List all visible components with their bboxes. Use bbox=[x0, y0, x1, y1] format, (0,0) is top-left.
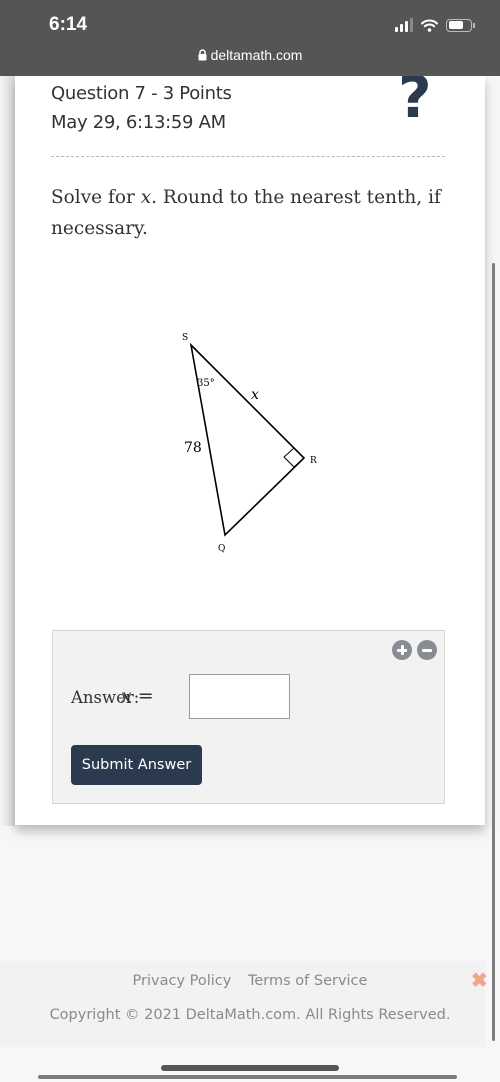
horizontal-scrollbar[interactable] bbox=[38, 1075, 457, 1079]
lock-icon bbox=[198, 49, 207, 61]
status-icons bbox=[395, 18, 475, 32]
footer: Privacy Policy Terms of Service Copyrigh… bbox=[0, 961, 488, 1047]
address-bar[interactable]: deltamath.com bbox=[0, 47, 500, 63]
close-icon[interactable]: ✖ bbox=[471, 971, 488, 991]
question-card: Question 7 - 3 Points May 29, 6:13:59 AM… bbox=[15, 68, 485, 825]
terms-of-service-link[interactable]: Terms of Service bbox=[248, 973, 367, 989]
triangle-sqr bbox=[189, 342, 306, 537]
vertex-label-q: Q bbox=[218, 544, 225, 554]
triangle-figure: S R Q 35° 78 x bbox=[182, 333, 317, 554]
wifi-icon bbox=[421, 19, 438, 32]
ios-status-bar: 6:14 deltamath.com bbox=[0, 0, 500, 76]
page-gutter bbox=[0, 76, 15, 826]
vertical-scrollbar[interactable] bbox=[492, 263, 495, 1041]
right-angle-marker bbox=[283, 447, 305, 468]
privacy-policy-link[interactable]: Privacy Policy bbox=[133, 973, 232, 989]
answer-equation: x = bbox=[121, 685, 154, 707]
answer-input[interactable] bbox=[189, 674, 290, 719]
answer-panel: Answer: x = Submit Answer bbox=[52, 630, 445, 804]
copyright-text: Copyright © 2021 DeltaMath.com. All Righ… bbox=[49, 1007, 451, 1023]
answer-equals: = bbox=[137, 685, 154, 707]
submit-answer-button[interactable]: Submit Answer bbox=[71, 745, 202, 785]
footer-links: Privacy Policy Terms of Service bbox=[0, 973, 500, 989]
vertex-label-s: S bbox=[182, 333, 188, 343]
cellular-signal-icon bbox=[395, 18, 413, 32]
url-text: deltamath.com bbox=[210, 47, 303, 63]
answer-variable: x bbox=[121, 685, 132, 707]
vertex-label-r: R bbox=[310, 456, 317, 466]
side-label-sq: 78 bbox=[184, 440, 202, 456]
battery-icon bbox=[446, 18, 475, 32]
home-indicator[interactable] bbox=[161, 1065, 339, 1071]
angle-label-s: 35° bbox=[197, 378, 215, 389]
side-label-sr: x bbox=[251, 387, 259, 403]
minus-circle-icon[interactable] bbox=[417, 640, 437, 660]
status-time: 6:14 bbox=[49, 14, 88, 35]
plus-circle-icon[interactable] bbox=[392, 640, 412, 660]
page-content: Question 7 - 3 Points May 29, 6:13:59 AM… bbox=[0, 68, 500, 1082]
